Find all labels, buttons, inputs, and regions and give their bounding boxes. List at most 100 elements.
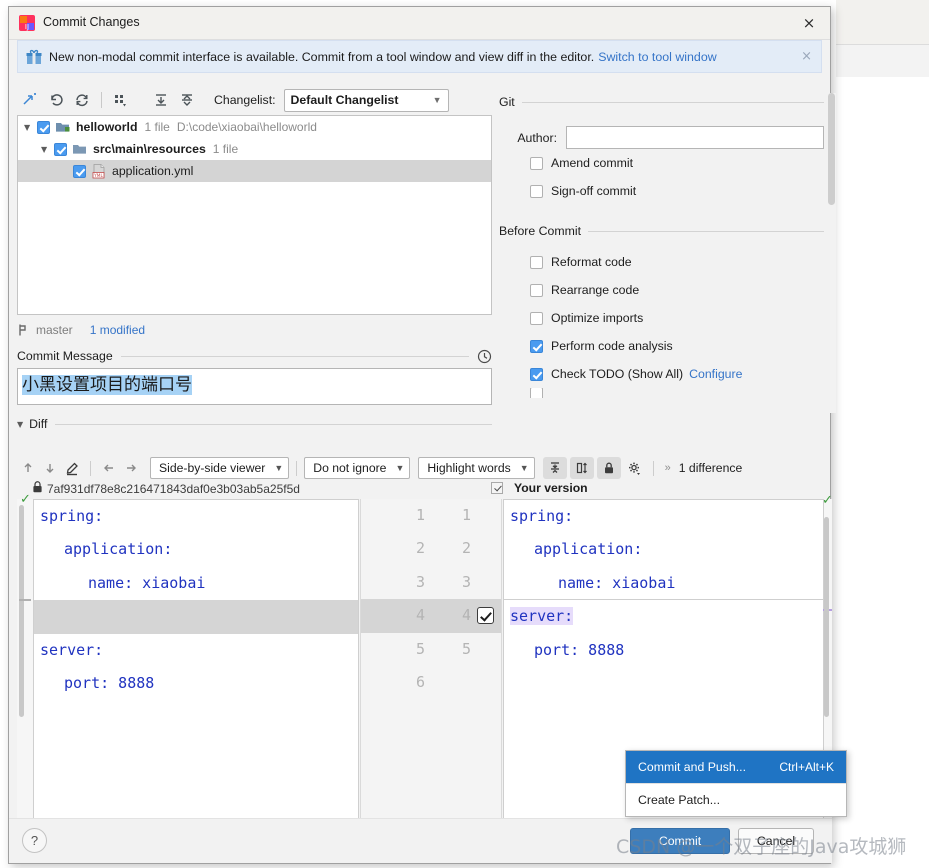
header-rule [588, 230, 824, 232]
git-branch-icon [17, 323, 31, 337]
chevron-double-right-icon[interactable]: » [665, 462, 671, 474]
reformat-code-row[interactable]: Reformat code [499, 248, 824, 276]
switch-to-tool-window-link[interactable]: Switch to tool window [598, 50, 716, 64]
changes-tree[interactable]: ▼ helloworld 1 file D:\code\xiaobai\hell… [17, 115, 492, 315]
notification-close-icon[interactable]: × [801, 49, 812, 64]
menu-item-commit-and-push[interactable]: Commit and Push... Ctrl+Alt+K [626, 751, 846, 783]
author-label: Author: [517, 130, 557, 145]
accept-left-icon[interactable] [98, 457, 120, 479]
rollback-icon[interactable] [43, 88, 69, 112]
diff-section-header[interactable]: ▼ Diff [17, 413, 492, 435]
next-difference-icon[interactable] [39, 457, 61, 479]
row-checkbox[interactable] [73, 164, 86, 178]
check-todo-checkbox[interactable] [530, 367, 543, 381]
amend-commit-checkbox[interactable] [530, 156, 543, 170]
chevron-down-icon[interactable]: ▼ [17, 420, 23, 429]
right-line-number: 3 [461, 572, 471, 591]
collapse-unchanged-icon[interactable] [542, 457, 567, 479]
read-only-lock-icon[interactable] [596, 457, 621, 479]
configure-todo-link[interactable]: Configure [689, 367, 742, 381]
line-number-row-changed: 4 4 [361, 599, 501, 633]
tree-row-file[interactable]: YML application.yml [18, 160, 491, 182]
perform-code-analysis-row[interactable]: Perform code analysis [499, 332, 824, 360]
tree-row-folder[interactable]: ▼ src\main\resources 1 file [18, 138, 491, 160]
sign-off-commit-row[interactable]: Sign-off commit [499, 177, 824, 205]
commit-message-text: 小黑设置项目的端口号 [22, 375, 192, 395]
commit-button[interactable]: Commit [630, 828, 730, 854]
diff-section-label: Diff [29, 417, 48, 431]
menu-item-label: Create Patch... [638, 793, 721, 807]
left-editor-scrollbar[interactable] [17, 499, 26, 830]
options-scrollbar[interactable] [827, 93, 836, 413]
left-line-number: 2 [415, 539, 425, 558]
line-number-row: 3 3 [361, 566, 501, 599]
group-by-icon[interactable] [108, 88, 134, 112]
expand-triangle-icon[interactable]: ▼ [41, 145, 54, 154]
gear-icon[interactable] [624, 457, 646, 479]
highlight-mode-select[interactable]: Highlight words ▼ [418, 457, 535, 479]
commit-message-label: Commit Message [17, 349, 113, 363]
branch-name: master [36, 322, 73, 337]
changes-pane: Changelist: Default Changelist ▼ ▼ hello… [17, 85, 492, 435]
perform-code-analysis-label: Perform code analysis [551, 339, 673, 353]
close-icon[interactable]: × [794, 11, 824, 35]
amend-commit-row[interactable]: Amend commit [499, 149, 824, 177]
show-diff-icon[interactable] [17, 88, 43, 112]
code-token: application: [534, 540, 643, 559]
refresh-icon[interactable] [69, 88, 95, 112]
cut-off-option-checkbox[interactable] [530, 388, 543, 398]
code-token: name: xiaobai [88, 573, 206, 592]
commit-options-pane: Git Author: Amend commit Sign-off commit… [499, 93, 824, 413]
row-checkbox[interactable] [37, 120, 50, 134]
dialog-title: Commit Changes [43, 15, 140, 29]
commit-message-input[interactable]: 小黑设置项目的端口号 [17, 368, 492, 405]
clock-icon[interactable] [477, 349, 492, 364]
amend-commit-label: Amend commit [551, 156, 634, 170]
code-line: port: 8888 [34, 667, 358, 700]
accept-right-icon[interactable] [120, 457, 142, 479]
expand-all-icon[interactable] [148, 88, 174, 112]
menu-item-create-patch[interactable]: Create Patch... [626, 784, 846, 816]
perform-code-analysis-checkbox[interactable] [530, 339, 543, 353]
rearrange-code-checkbox[interactable] [530, 283, 543, 297]
left-line-number: 3 [415, 572, 425, 591]
right-editor-scrollbar-thumb[interactable] [824, 517, 829, 717]
line-number-row: 1 1 [361, 499, 501, 532]
code-line: spring: [34, 500, 358, 533]
toolbar-separator [101, 92, 102, 108]
chevron-down-icon: ▼ [432, 95, 442, 105]
commit-context-menu[interactable]: Commit and Push... Ctrl+Alt+K Create Pat… [625, 750, 847, 817]
tree-path-module: D:\code\xiaobai\helloworld [176, 120, 317, 134]
viewer-mode-select[interactable]: Side-by-side viewer ▼ [150, 457, 290, 479]
row-checkbox[interactable] [54, 142, 67, 156]
left-version-title: 7af931df78e8c216471843daf0e3b03ab5a25f5d [47, 481, 300, 496]
ignore-mode-select[interactable]: Do not ignore ▼ [304, 457, 411, 479]
help-button[interactable]: ? [22, 828, 47, 853]
edit-source-icon[interactable] [61, 457, 83, 479]
left-line-number: 1 [415, 506, 425, 524]
accept-change-checkbox[interactable] [477, 607, 494, 625]
author-input[interactable] [566, 126, 824, 149]
cancel-button[interactable]: Cancel [738, 828, 814, 854]
expand-triangle-icon[interactable]: ▼ [24, 123, 37, 132]
rearrange-code-row[interactable]: Rearrange code [499, 276, 824, 304]
viewer-mode-value: Side-by-side viewer [159, 461, 266, 475]
left-diff-editor[interactable]: spring: application: name: xiaobai serve… [33, 499, 359, 830]
tree-row-module[interactable]: ▼ helloworld 1 file D:\code\xiaobai\hell… [18, 116, 491, 138]
options-scrollbar-thumb[interactable] [828, 93, 835, 205]
changelist-select[interactable]: Default Changelist ▼ [283, 88, 449, 112]
tree-label-file: application.yml [112, 164, 194, 178]
check-todo-row[interactable]: Check TODO (Show All) Configure [499, 360, 824, 388]
sign-off-commit-checkbox[interactable] [530, 184, 543, 198]
previous-difference-icon[interactable] [17, 457, 39, 479]
optimize-imports-checkbox[interactable] [530, 311, 543, 325]
right-version-checkbox[interactable] [491, 482, 503, 494]
optimize-imports-row[interactable]: Optimize imports [499, 304, 824, 332]
collapse-all-icon[interactable] [174, 88, 200, 112]
synchronize-scroll-icon[interactable] [569, 457, 594, 479]
cut-off-option-row[interactable] [499, 388, 824, 398]
right-line-number: 4 [461, 606, 471, 625]
before-commit-checkbox-list: Reformat code Rearrange code Optimize im… [499, 248, 824, 398]
reformat-code-checkbox[interactable] [530, 255, 543, 269]
modified-count-link[interactable]: 1 modified [90, 323, 145, 337]
